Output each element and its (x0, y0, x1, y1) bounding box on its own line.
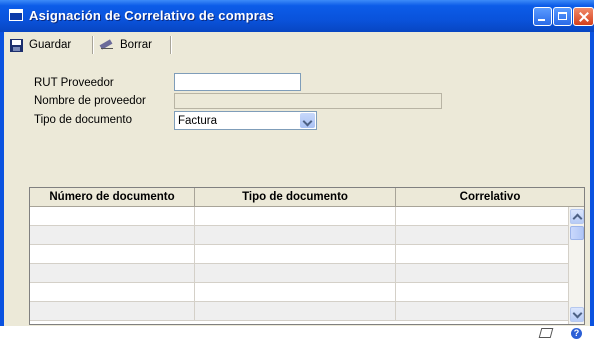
table-cell[interactable] (396, 226, 568, 244)
window-client-area: Guardar Borrar RUT Proveedor Nombre de p… (4, 32, 590, 339)
rut-input[interactable] (174, 73, 301, 91)
grid-header: Número de documento Tipo de documento Co… (30, 188, 584, 207)
form-panel: RUT Proveedor Nombre de proveedor Tipo d… (4, 58, 590, 339)
table-cell[interactable] (396, 245, 568, 263)
tipo-label: Tipo de documento (34, 114, 133, 126)
rut-label: RUT Proveedor (34, 77, 114, 89)
minimize-button[interactable] (533, 7, 552, 26)
table-row[interactable] (30, 302, 568, 321)
column-header-correlativo[interactable]: Correlativo (396, 188, 584, 207)
note-icon[interactable] (539, 327, 552, 338)
title-bar[interactable]: Asignación de Correlativo de compras (0, 0, 594, 32)
clear-button[interactable]: Borrar (98, 35, 152, 55)
nombre-field (174, 93, 442, 109)
window-app-icon[interactable] (9, 9, 23, 21)
table-cell[interactable] (396, 283, 568, 301)
toolbar: Guardar Borrar (4, 32, 590, 59)
tipo-documento-select[interactable]: Factura (174, 111, 317, 130)
table-cell[interactable] (195, 226, 396, 244)
maximize-button[interactable] (553, 7, 572, 26)
table-cell[interactable] (195, 283, 396, 301)
eraser-icon (98, 40, 114, 50)
vertical-scrollbar[interactable] (568, 207, 584, 324)
toolbar-separator (170, 36, 172, 54)
column-header-tipo[interactable]: Tipo de documento (195, 188, 396, 207)
scroll-down-icon[interactable] (570, 307, 584, 322)
table-row[interactable] (30, 283, 568, 302)
chevron-down-icon[interactable] (300, 113, 315, 128)
table-cell[interactable] (30, 207, 195, 225)
close-button[interactable] (573, 7, 594, 26)
table-cell[interactable] (30, 283, 195, 301)
save-button[interactable]: Guardar (10, 35, 71, 55)
table-cell[interactable] (396, 207, 568, 225)
table-cell[interactable] (30, 226, 195, 244)
table-row[interactable] (30, 226, 568, 245)
table-cell[interactable] (30, 245, 195, 263)
table-row[interactable] (30, 245, 568, 264)
table-cell[interactable] (30, 264, 195, 282)
save-button-label: Guardar (29, 39, 72, 51)
nombre-label: Nombre de proveedor (34, 95, 146, 107)
table-cell[interactable] (396, 264, 568, 282)
floppy-disk-icon (10, 38, 23, 52)
column-header-numero[interactable]: Número de documento (30, 188, 195, 207)
table-row[interactable] (30, 207, 568, 226)
clear-button-label: Borrar (120, 39, 152, 51)
help-icon[interactable]: ? (571, 328, 582, 339)
table-cell[interactable] (396, 302, 568, 320)
table-cell[interactable] (195, 264, 396, 282)
table-cell[interactable] (195, 245, 396, 263)
table-cell[interactable] (195, 302, 396, 320)
table-cell[interactable] (195, 207, 396, 225)
table-row[interactable] (30, 264, 568, 283)
toolbar-separator (92, 36, 94, 54)
scroll-up-icon[interactable] (570, 209, 584, 224)
window-title: Asignación de Correlativo de compras (29, 8, 274, 23)
scroll-thumb[interactable] (570, 226, 584, 240)
documents-grid: Número de documento Tipo de documento Co… (29, 187, 585, 325)
grid-body (30, 207, 568, 324)
app-window: Asignación de Correlativo de compras Gua… (0, 0, 594, 339)
table-cell[interactable] (30, 302, 195, 320)
